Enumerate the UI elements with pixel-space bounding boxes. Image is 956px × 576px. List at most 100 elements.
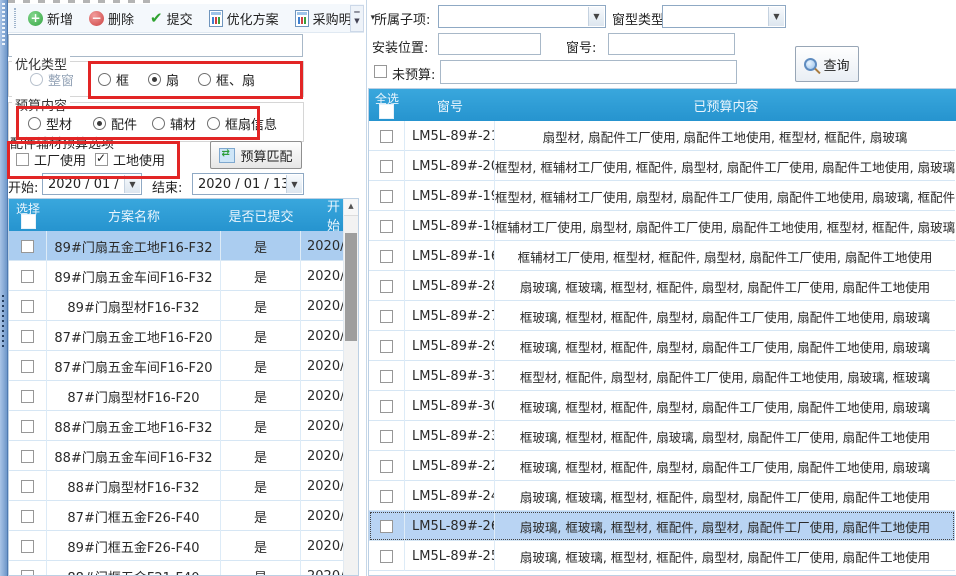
window-table-row[interactable]: LM5L-89#-16F15框辅材工厂使用, 框型材, 框配件, 扇型材, 扇配…	[369, 241, 955, 271]
window-table-row[interactable]: LM5L-89#-24F22扇玻璃, 框玻璃, 框型材, 框配件, 扇型材, 扇…	[369, 481, 955, 511]
panel-splitter[interactable]	[366, 0, 367, 576]
window-table-row[interactable]: LM5L-89#-20F18框型材, 框辅材工厂使用, 框配件, 扇型材, 扇配…	[369, 151, 955, 181]
add-button[interactable]: +新增	[23, 7, 78, 30]
row-checkbox[interactable]	[380, 400, 393, 413]
budget-content-option[interactable]: 辅材	[152, 114, 196, 133]
no-budget-input[interactable]	[440, 60, 737, 84]
scrollbar-thumb[interactable]	[345, 233, 357, 341]
window-table-row[interactable]: LM5L-89#-29F27框玻璃, 框型材, 框配件, 扇型材, 扇配件工厂使…	[369, 331, 955, 361]
row-checkbox[interactable]	[21, 360, 34, 373]
optimize-type-option[interactable]: 框、扇	[198, 70, 255, 89]
plan-table-row[interactable]: 88#门扇五金工地F16-F32是2020/0	[9, 411, 345, 441]
select-all-checkbox[interactable]	[21, 214, 36, 229]
row-checkbox[interactable]	[380, 370, 393, 383]
window-table-row[interactable]: LM5L-89#-21F19扇型材, 扇配件工厂使用, 扇配件工地使用, 框型材…	[369, 121, 955, 151]
row-checkbox[interactable]	[380, 340, 393, 353]
row-checkbox[interactable]	[380, 250, 393, 263]
row-checkbox[interactable]	[380, 430, 393, 443]
row-checkbox[interactable]	[380, 460, 393, 473]
row-checkbox[interactable]	[380, 550, 393, 563]
budget-content-option[interactable]: 配件	[93, 114, 137, 133]
radio-button[interactable]	[207, 117, 220, 130]
collapsed-panel-strip[interactable]	[0, 0, 8, 576]
row-checkbox[interactable]	[21, 510, 34, 523]
scroll-up-icon[interactable]: ▲	[344, 199, 358, 216]
radio-button[interactable]	[93, 117, 106, 130]
query-button[interactable]: 查询	[795, 46, 859, 82]
delete-button[interactable]: −删除	[84, 7, 139, 30]
row-checkbox[interactable]	[21, 300, 34, 313]
select-all-checkbox[interactable]	[379, 104, 394, 119]
chevron-down-icon[interactable]: ▼	[286, 175, 302, 193]
budget-content-option[interactable]: 框扇信息	[207, 114, 277, 133]
usage-option[interactable]: 工厂使用	[16, 150, 86, 169]
checkbox[interactable]	[95, 153, 108, 166]
row-checkbox[interactable]	[21, 420, 34, 433]
row-checkbox[interactable]	[21, 240, 34, 253]
window-no-input[interactable]	[608, 33, 735, 55]
chevron-down-icon[interactable]: ▼	[124, 175, 140, 193]
optimize-plan-button[interactable]: 优化方案	[204, 7, 284, 30]
start-date-picker[interactable]: 2020 / 01 / 1 ▼	[42, 173, 142, 195]
window-table-row[interactable]: LM5L-89#-28F26扇玻璃, 框玻璃, 框型材, 框配件, 扇型材, 扇…	[369, 271, 955, 301]
radio-button[interactable]	[98, 73, 111, 86]
plan-table-row[interactable]: 87#门扇五金工地F16-F20是2020/0	[9, 321, 345, 351]
optimize-type-option-label: 框、扇	[216, 70, 255, 89]
budgeted-content-cell: 框型材, 框辅材工厂使用, 框配件, 扇型材, 扇配件工厂使用, 扇配件工地使用…	[495, 151, 955, 181]
row-checkbox[interactable]	[21, 480, 34, 493]
window-table-row[interactable]: LM5L-89#-26F24扇玻璃, 框玻璃, 框型材, 框配件, 扇型材, 扇…	[369, 511, 955, 541]
window-table-row[interactable]: LM5L-89#-23F21框玻璃, 框型材, 框配件, 扇玻璃, 扇型材, 扇…	[369, 421, 955, 451]
row-checkbox[interactable]	[21, 450, 34, 463]
plan-table-row[interactable]: 88#门框五金F21-F40是2020/0	[9, 561, 345, 576]
plan-table-row[interactable]: 87#门扇五金车间F16-F20是2020/0	[9, 351, 345, 381]
usage-option[interactable]: 工地使用	[95, 150, 165, 169]
plan-table-row[interactable]: 87#门框五金F26-F40是2020/0	[9, 501, 345, 531]
window-table-row[interactable]: LM5L-89#-19F17框型材, 框辅材工厂使用, 扇型材, 扇配件工厂使用…	[369, 181, 955, 211]
end-date-picker[interactable]: 2020 / 01 / 13 ▼	[192, 173, 304, 195]
plan-table-scrollbar[interactable]: ▲	[343, 199, 358, 575]
window-table-row[interactable]: LM5L-89#-18F16框辅材工厂使用, 扇型材, 扇配件工厂使用, 扇配件…	[369, 211, 955, 241]
plan-table-row[interactable]: 89#门扇五金工地F16-F32是2020/0	[9, 231, 345, 261]
budget-content-option[interactable]: 型材	[28, 114, 72, 133]
row-checkbox[interactable]	[380, 160, 393, 173]
no-budget-checkbox[interactable]	[374, 65, 387, 78]
window-table-row[interactable]: LM5L-89#-27F25框玻璃, 框型材, 框配件, 扇型材, 扇配件工厂使…	[369, 301, 955, 331]
row-checkbox[interactable]	[21, 570, 34, 576]
row-checkbox[interactable]	[380, 220, 393, 233]
row-checkbox[interactable]	[21, 330, 34, 343]
plan-table-row[interactable]: 89#门扇型材F16-F32是2020/0	[9, 291, 345, 321]
radio-button[interactable]	[28, 117, 41, 130]
plan-table-row[interactable]: 88#门扇五金车间F16-F32是2020/0	[9, 441, 345, 471]
row-checkbox[interactable]	[380, 490, 393, 503]
row-checkbox[interactable]	[380, 280, 393, 293]
window-table-row[interactable]: LM5L-89#-30F28框玻璃, 框型材, 框配件, 扇型材, 扇配件工厂使…	[369, 391, 955, 421]
radio-button[interactable]	[152, 117, 165, 130]
window-table-row[interactable]: LM5L-89#-22F20框玻璃, 框型材, 框配件, 扇型材, 扇配件工厂使…	[369, 451, 955, 481]
window-table-row[interactable]: LM5L-89#-25F23扇玻璃, 框玻璃, 框型材, 框配件, 扇型材, 扇…	[369, 541, 955, 571]
optimize-type-option[interactable]: 框	[98, 70, 129, 89]
row-checkbox[interactable]	[380, 310, 393, 323]
install-position-input[interactable]	[438, 33, 541, 55]
chevron-down-icon[interactable]: ▼	[588, 7, 604, 26]
plan-table-row[interactable]: 89#门扇五金车间F16-F32是2020/0	[9, 261, 345, 291]
window-table-row[interactable]: LM5L-89#-31F29框型材, 框配件, 扇型材, 扇配件工厂使用, 扇配…	[369, 361, 955, 391]
row-checkbox[interactable]	[21, 270, 34, 283]
optimize-type-option[interactable]: 扇	[148, 70, 179, 89]
window-type-select[interactable]: ▼	[662, 5, 786, 28]
checkbox[interactable]	[16, 153, 29, 166]
plan-table-row[interactable]: 89#门框五金F26-F40是2020/0	[9, 531, 345, 561]
row-checkbox[interactable]	[380, 520, 393, 533]
submit-button[interactable]: ✔提交	[145, 7, 198, 30]
row-checkbox[interactable]	[380, 130, 393, 143]
toolbar-overflow-button[interactable]: ▔ ▼	[350, 5, 364, 32]
row-checkbox[interactable]	[380, 190, 393, 203]
plan-table-row[interactable]: 88#门扇型材F16-F32是2020/0	[9, 471, 345, 501]
chevron-down-icon[interactable]: ▼	[768, 7, 784, 26]
budget-match-button[interactable]: 预算匹配	[210, 141, 302, 169]
plan-table-row[interactable]: 87#门扇型材F16-F20是2020/0	[9, 381, 345, 411]
row-checkbox[interactable]	[21, 540, 34, 553]
row-checkbox[interactable]	[21, 390, 34, 403]
sub-item-select[interactable]: ▼	[438, 5, 606, 28]
radio-button[interactable]	[198, 73, 211, 86]
radio-button[interactable]	[148, 73, 161, 86]
